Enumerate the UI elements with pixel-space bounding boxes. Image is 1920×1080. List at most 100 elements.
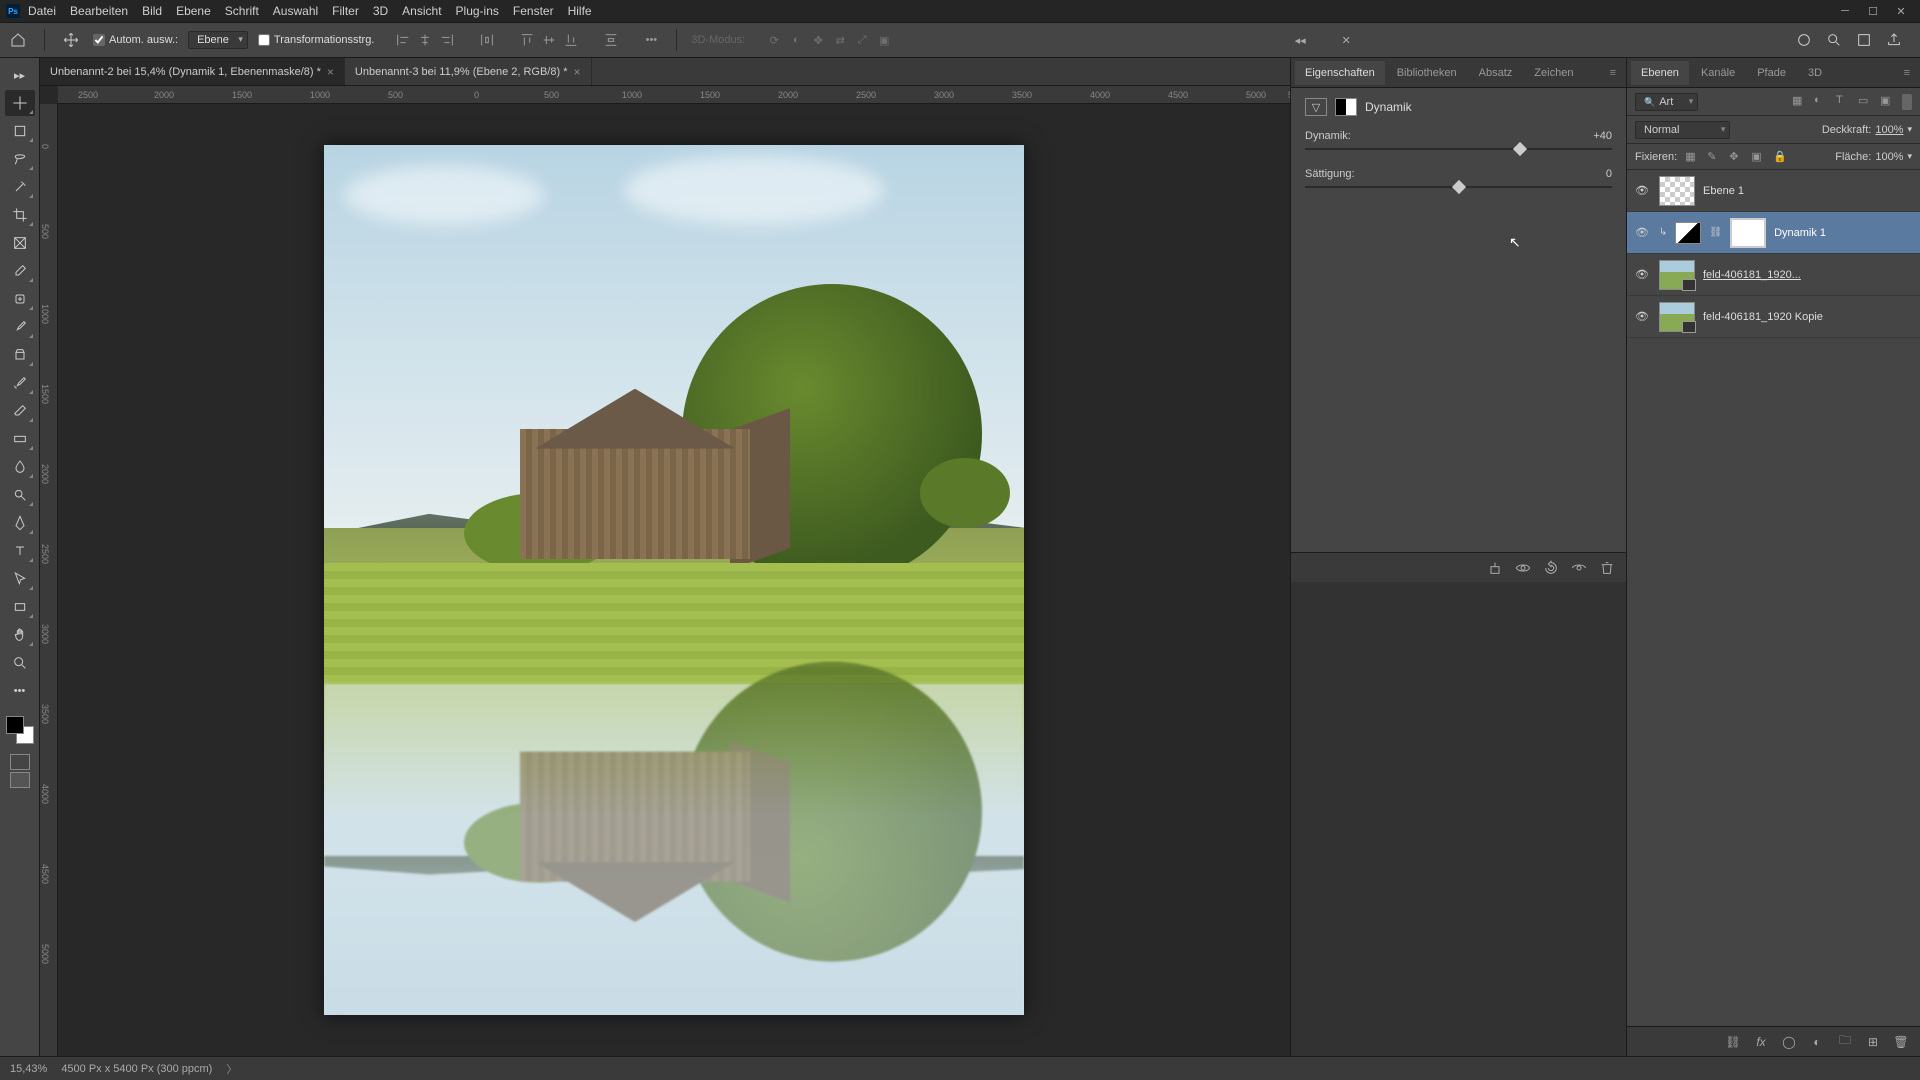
layer-row-smart2[interactable]: 👁 feld-406181_1920 Kopie [1627, 296, 1920, 338]
tab-3d[interactable]: 3D [1798, 61, 1832, 85]
menu-plugins[interactable]: Plug-ins [456, 4, 499, 18]
align-middle-icon[interactable] [538, 29, 560, 51]
tab-zeichen[interactable]: Zeichen [1524, 61, 1583, 85]
pen-tool[interactable] [5, 510, 35, 536]
menu-bild[interactable]: Bild [142, 4, 162, 18]
foreground-color[interactable] [6, 716, 24, 734]
layer-name[interactable]: feld-406181_1920... [1703, 269, 1801, 281]
auto-select-input[interactable] [93, 34, 105, 46]
menu-fenster[interactable]: Fenster [513, 4, 554, 18]
menu-bearbeiten[interactable]: Bearbeiten [70, 4, 128, 18]
link-layers-icon[interactable]: ⛓ [1724, 1033, 1742, 1051]
more-options-icon[interactable]: ••• [640, 29, 662, 51]
tab-2-close-icon[interactable]: × [573, 65, 580, 79]
artboard-tool[interactable] [5, 118, 35, 144]
menu-datei[interactable]: Datei [28, 4, 56, 18]
vibrance-preset-icon[interactable]: ▽ [1305, 98, 1327, 116]
standard-mode-icon[interactable] [10, 754, 30, 770]
lock-pixels-icon[interactable]: ✎ [1707, 150, 1721, 164]
cloud-docs-icon[interactable] [1794, 30, 1814, 50]
layer-row-ebene1[interactable]: 👁 Ebene 1 [1627, 170, 1920, 212]
history-brush-tool[interactable] [5, 370, 35, 396]
transform-controls-checkbox[interactable]: Transformationsstrg. [258, 34, 374, 46]
filter-smart-icon[interactable]: ▣ [1880, 94, 1896, 110]
lock-artboard-icon[interactable]: ▣ [1751, 150, 1765, 164]
lock-all-icon[interactable]: 🔒 [1773, 150, 1787, 164]
brush-tool[interactable] [5, 314, 35, 340]
menu-filter[interactable]: Filter [332, 4, 359, 18]
view-previous-icon[interactable] [1514, 559, 1532, 577]
3d-scale-icon[interactable]: ⤢ [851, 29, 873, 51]
3d-camera-icon[interactable]: ▣ [873, 29, 895, 51]
zoom-tool[interactable] [5, 650, 35, 676]
layer-row-dynamik[interactable]: 👁 ↳ ⛓ Dynamik 1 [1627, 212, 1920, 254]
search-icon[interactable] [1824, 30, 1844, 50]
filter-toggle-icon[interactable] [1902, 94, 1912, 110]
document-tab-2[interactable]: Unbenannt-3 bei 11,9% (Ebene 2, RGB/8) *… [345, 58, 592, 85]
layer-visibility-icon[interactable]: 👁 [1633, 184, 1651, 197]
filter-adjustment-icon[interactable]: ◐ [1814, 94, 1830, 110]
saturation-slider[interactable] [1305, 186, 1612, 188]
3d-orbit-icon[interactable]: ⟳ [763, 29, 785, 51]
filter-pixel-icon[interactable]: ▦ [1792, 94, 1808, 110]
healing-brush-tool[interactable] [5, 286, 35, 312]
panel-menu-icon[interactable]: ≡ [1604, 67, 1622, 79]
fill-chevron-icon[interactable]: ▾ [1907, 151, 1912, 162]
ruler-horizontal[interactable]: 2500 2000 1500 1000 500 0 500 1000 1500 … [58, 86, 1290, 104]
fill-control[interactable]: Fläche: 100% ▾ [1835, 151, 1912, 163]
layer-thumb[interactable] [1659, 260, 1695, 290]
menu-auswahl[interactable]: Auswahl [273, 4, 318, 18]
menu-ebene[interactable]: Ebene [176, 4, 211, 18]
move-tool[interactable] [5, 90, 35, 116]
saturation-value[interactable]: 0 [1572, 168, 1612, 180]
tab-eigenschaften[interactable]: Eigenschaften [1295, 61, 1385, 85]
tab-absatz[interactable]: Absatz [1469, 61, 1523, 85]
layer-thumb[interactable] [1659, 176, 1695, 206]
layer-filter-dropdown[interactable]: Art [1635, 93, 1698, 111]
tab-1-close-icon[interactable]: × [327, 65, 334, 79]
zoom-level[interactable]: 15,43% [10, 1063, 47, 1075]
adjustment-thumb[interactable] [1675, 222, 1701, 244]
rectangle-tool[interactable] [5, 594, 35, 620]
blend-mode-dropdown[interactable]: Normal [1635, 121, 1730, 139]
dodge-tool[interactable] [5, 482, 35, 508]
layer-visibility-icon[interactable]: 👁 [1633, 226, 1651, 239]
distribute-v-icon[interactable] [600, 29, 622, 51]
blur-tool[interactable] [5, 454, 35, 480]
panel-collapse-icon[interactable]: ◂◂ [1285, 25, 1315, 55]
opacity-control[interactable]: Deckkraft: 100% ▾ [1822, 124, 1912, 136]
move-tool-icon[interactable] [59, 28, 83, 52]
lock-transparent-icon[interactable]: ▦ [1685, 150, 1699, 164]
layer-visibility-icon[interactable]: 👁 [1633, 310, 1651, 323]
crop-tool[interactable] [5, 202, 35, 228]
align-center-h-icon[interactable] [414, 29, 436, 51]
clone-stamp-tool[interactable] [5, 342, 35, 368]
tab-pfade[interactable]: Pfade [1747, 61, 1796, 85]
tab-ebenen[interactable]: Ebenen [1631, 61, 1689, 85]
layer-name[interactable]: Dynamik 1 [1774, 227, 1826, 239]
share-icon[interactable] [1884, 30, 1904, 50]
link-icon[interactable]: ⛓ [1709, 227, 1722, 238]
layer-fx-icon[interactable]: fx [1752, 1033, 1770, 1051]
document-tab-1[interactable]: Unbenannt-2 bei 15,4% (Dynamik 1, Ebenen… [40, 58, 345, 85]
doc-info-chevron-icon[interactable]: 〉 [226, 1061, 237, 1077]
new-group-icon[interactable]: 🗀 [1836, 1033, 1854, 1051]
layer-visibility-icon[interactable]: 👁 [1633, 268, 1651, 281]
path-select-tool[interactable] [5, 566, 35, 592]
3d-pan-icon[interactable]: ✥ [807, 29, 829, 51]
arrange-icon[interactable] [1854, 30, 1874, 50]
tab-bibliotheken[interactable]: Bibliotheken [1387, 61, 1467, 85]
home-icon[interactable] [6, 28, 30, 52]
align-left-icon[interactable] [392, 29, 414, 51]
canvas[interactable] [58, 104, 1290, 1056]
tab-kanaele[interactable]: Kanäle [1691, 61, 1745, 85]
layer-row-smart1[interactable]: 👁 feld-406181_1920... [1627, 254, 1920, 296]
auto-select-checkbox[interactable]: Autom. ausw.: [93, 34, 178, 46]
add-mask-icon[interactable]: ◯ [1780, 1033, 1798, 1051]
vibrance-slider-thumb[interactable] [1513, 142, 1527, 156]
type-tool[interactable] [5, 538, 35, 564]
menu-3d[interactable]: 3D [373, 4, 388, 18]
minimize-icon[interactable]: ─ [1832, 2, 1858, 20]
ruler-vertical[interactable]: 0 500 1000 1500 2000 2500 3000 3500 4000… [40, 104, 58, 1056]
toggle-visibility-icon[interactable] [1570, 559, 1588, 577]
